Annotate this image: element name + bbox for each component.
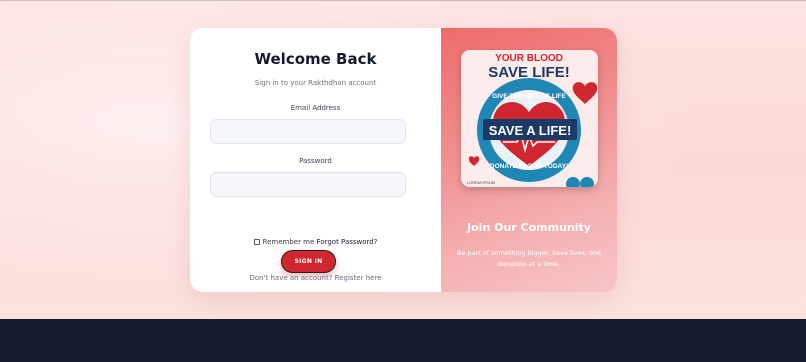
poster-graphic: YOUR BLOOD SAVE LIFE! SAVE A LIFE! GIVE …: [461, 50, 598, 187]
password-label: Password: [299, 157, 332, 165]
register-link[interactable]: Don't have an account? Register here: [190, 274, 441, 282]
auth-card: Welcome Back Sign in to your Rakthdhan a…: [190, 28, 617, 292]
remember-row: Remember me Forgot Password?: [190, 238, 441, 246]
sign-in-button[interactable]: SIGN IN: [281, 250, 336, 273]
page-subtitle: Sign in to your Rakthdhan account: [254, 79, 377, 87]
remember-label[interactable]: Remember me: [263, 238, 315, 246]
password-field[interactable]: [210, 172, 406, 197]
page-footer: [0, 319, 806, 362]
poster-corner-text: LOREM IPSUM: [467, 180, 495, 185]
page-title: Welcome Back: [254, 50, 377, 68]
poster-title-top: YOUR BLOOD: [495, 53, 563, 64]
poster-ring-bottom-text: DONATE BLOOD TODAY!: [490, 163, 568, 170]
email-field[interactable]: [210, 119, 406, 144]
login-panel: Welcome Back Sign in to your Rakthdhan a…: [190, 28, 441, 292]
community-text: Be part of something bigger. Save lives,…: [456, 249, 602, 268]
forgot-password-link[interactable]: Forgot Password?: [317, 238, 378, 246]
email-label: Email Address: [290, 104, 341, 112]
poster-banner-text: SAVE A LIFE!: [489, 123, 572, 138]
remember-checkbox[interactable]: [253, 239, 260, 245]
poster-ring-top-text: GIVE THE GIFT OF LIFE: [492, 93, 566, 100]
community-title: Join Our Community: [467, 221, 591, 234]
community-panel: YOUR BLOOD SAVE LIFE! SAVE A LIFE! GIVE …: [441, 28, 617, 292]
blood-donation-poster: YOUR BLOOD SAVE LIFE! SAVE A LIFE! GIVE …: [461, 50, 598, 187]
